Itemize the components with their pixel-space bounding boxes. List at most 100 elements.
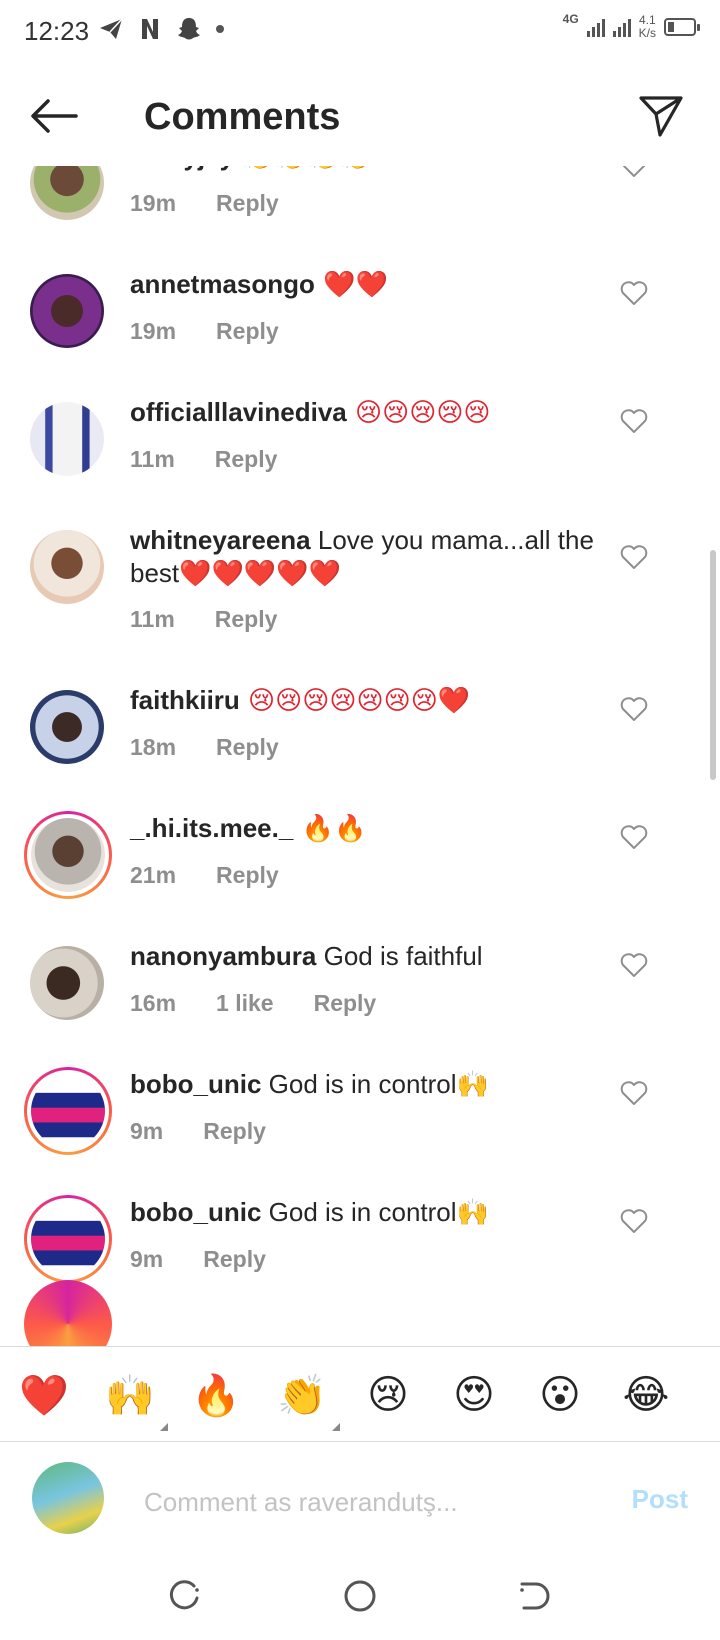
comment-emoji: ❤️❤️ — [314, 270, 388, 300]
comment-username[interactable]: annetmasongo — [130, 269, 315, 299]
clapping-hands-reaction[interactable]: 👏 — [272, 1365, 340, 1431]
reply-button[interactable]: Reply — [215, 446, 278, 473]
comment-time: 9m — [130, 1118, 164, 1144]
surprised-face-reaction[interactable]: 😮 — [530, 1365, 590, 1425]
story-avatar[interactable] — [24, 811, 112, 899]
direct-send-icon[interactable] — [638, 94, 684, 138]
comment-username[interactable]: _.hi.its.mee._ — [130, 813, 293, 843]
comment-body: whitneyareena Love you mama...all the be… — [130, 524, 620, 591]
raising-hands-reaction[interactable]: 🙌 — [100, 1365, 168, 1431]
comment-text: God is in control — [261, 1069, 457, 1099]
reply-button[interactable]: Reply — [216, 190, 279, 217]
like-heart-icon[interactable] — [620, 952, 648, 978]
avatar[interactable] — [30, 946, 104, 1020]
comment-time: 19m — [130, 190, 177, 216]
comment-text: God is in control — [261, 1197, 457, 1227]
avatar[interactable] — [30, 274, 104, 348]
fire-reaction[interactable]: 🔥 — [186, 1365, 246, 1425]
quick-reaction-bar: ❤️ 🙌 🔥 👏 😢 😍 😮 😂 — [0, 1346, 720, 1442]
comments-list[interactable]: lennyjay 👏👏👏👏 19m Reply annetmasongo ❤️❤️ 19… — [0, 166, 720, 1346]
comment-time: 16m — [130, 990, 177, 1016]
page-title: Comments — [144, 96, 341, 138]
like-heart-icon[interactable] — [620, 696, 648, 722]
comment-row: whitneyareena Love you mama...all the be… — [0, 525, 720, 650]
battery-icon — [664, 18, 700, 36]
comment-time: 11m — [130, 606, 175, 632]
comment-username[interactable]: faithkiiru — [130, 685, 240, 715]
reply-button[interactable]: Reply — [203, 1246, 266, 1273]
crying-face-reaction[interactable]: 😢 — [358, 1365, 418, 1425]
reply-button[interactable]: Reply — [216, 318, 279, 345]
red-heart-reaction[interactable]: ❤️ — [14, 1365, 74, 1425]
home-icon[interactable] — [340, 1576, 380, 1616]
like-heart-icon[interactable] — [620, 824, 648, 850]
comment-time: 18m — [130, 734, 177, 760]
current-user-avatar — [32, 1462, 104, 1534]
comment-meta: 11m Reply — [130, 606, 277, 633]
comment-username[interactable]: officialllavinediva — [130, 397, 347, 427]
like-heart-icon[interactable] — [620, 166, 648, 178]
header: Comments — [0, 66, 720, 166]
comment-meta: 19m Reply — [130, 190, 279, 217]
reply-button[interactable]: Reply — [215, 606, 278, 633]
tears-of-joy-reaction[interactable]: 😂 — [616, 1365, 676, 1425]
comment-body: nanonyambura God is faithful — [130, 940, 620, 973]
post-button[interactable]: Post — [632, 1484, 688, 1515]
comment-input[interactable] — [144, 1482, 574, 1522]
comment-username[interactable]: bobo_unic — [130, 1069, 261, 1099]
comment-emoji: 🔥🔥 — [293, 814, 367, 844]
comment-username[interactable]: whitneyareena — [130, 525, 311, 555]
back-arrow-icon[interactable] — [28, 96, 80, 136]
comment-time: 21m — [130, 862, 177, 888]
comment-time: 9m — [130, 1246, 164, 1272]
comment-username[interactable]: lennyjay — [130, 166, 234, 171]
comment-meta: 16m 1 like Reply — [130, 990, 376, 1017]
comment-username[interactable]: nanonyambura — [130, 941, 316, 971]
back-nav-icon[interactable] — [514, 1576, 554, 1616]
comment-emoji: ❤️❤️❤️❤️❤️ — [179, 559, 342, 589]
netflix-icon — [142, 19, 158, 39]
status-right-icons: 4G 4.1 K/s — [562, 12, 700, 40]
reply-button[interactable]: Reply — [216, 734, 279, 761]
avatar[interactable] — [30, 690, 104, 764]
comment-like-count[interactable]: 1 like — [216, 990, 274, 1017]
comment-row: bobo_unic God is in control🙌 9m Reply — [0, 1067, 720, 1194]
comment-body: _.hi.its.mee._ 🔥🔥 — [130, 812, 620, 846]
avatar[interactable] — [30, 530, 104, 604]
avatar[interactable] — [30, 166, 104, 220]
story-avatar[interactable] — [24, 1195, 112, 1283]
status-bar: 12:23 4G 4.1 K/s — [0, 0, 720, 66]
like-heart-icon[interactable] — [620, 280, 648, 306]
speed-unit: K/s — [638, 26, 656, 40]
network-type: 4G — [562, 12, 579, 26]
variant-indicator — [332, 1423, 340, 1431]
more-notifications-dot — [216, 25, 224, 33]
reply-button[interactable]: Reply — [203, 1118, 266, 1145]
comment-row: officialllavinediva 😢😢😢😢😢 11m Reply — [0, 397, 720, 522]
like-heart-icon[interactable] — [620, 1080, 648, 1106]
comment-meta: 21m Reply — [130, 862, 279, 889]
like-heart-icon[interactable] — [620, 1208, 648, 1234]
comment-meta: 9m Reply — [130, 1118, 266, 1145]
reply-button[interactable]: Reply — [314, 990, 377, 1017]
reply-button[interactable]: Reply — [216, 862, 279, 889]
avatar-image — [31, 818, 105, 892]
heart-eyes-reaction[interactable]: 😍 — [444, 1365, 504, 1425]
comment-body: annetmasongo ❤️❤️ — [130, 268, 620, 302]
comment-emoji: 😢😢😢😢😢😢😢❤️ — [239, 686, 471, 716]
comment-time: 19m — [130, 318, 177, 344]
story-avatar[interactable] — [24, 1067, 112, 1155]
telegram-icon — [100, 18, 123, 39]
recent-apps-icon[interactable] — [164, 1576, 204, 1616]
comment-row: annetmasongo ❤️❤️ 19m Reply — [0, 269, 720, 394]
avatar[interactable] — [30, 402, 104, 476]
comment-username[interactable]: bobo_unic — [130, 1197, 261, 1227]
comment-row: lennyjay 👏👏👏👏 19m Reply — [0, 166, 720, 266]
like-heart-icon[interactable] — [620, 544, 648, 570]
comment-emoji: 😢😢😢😢😢 — [346, 398, 491, 428]
network-speed: 4.1 K/s — [639, 14, 656, 40]
comment-meta: 19m Reply — [130, 318, 279, 345]
like-heart-icon[interactable] — [620, 408, 648, 434]
scrollbar[interactable] — [710, 550, 716, 780]
avatar-ring-inner — [27, 1198, 109, 1280]
